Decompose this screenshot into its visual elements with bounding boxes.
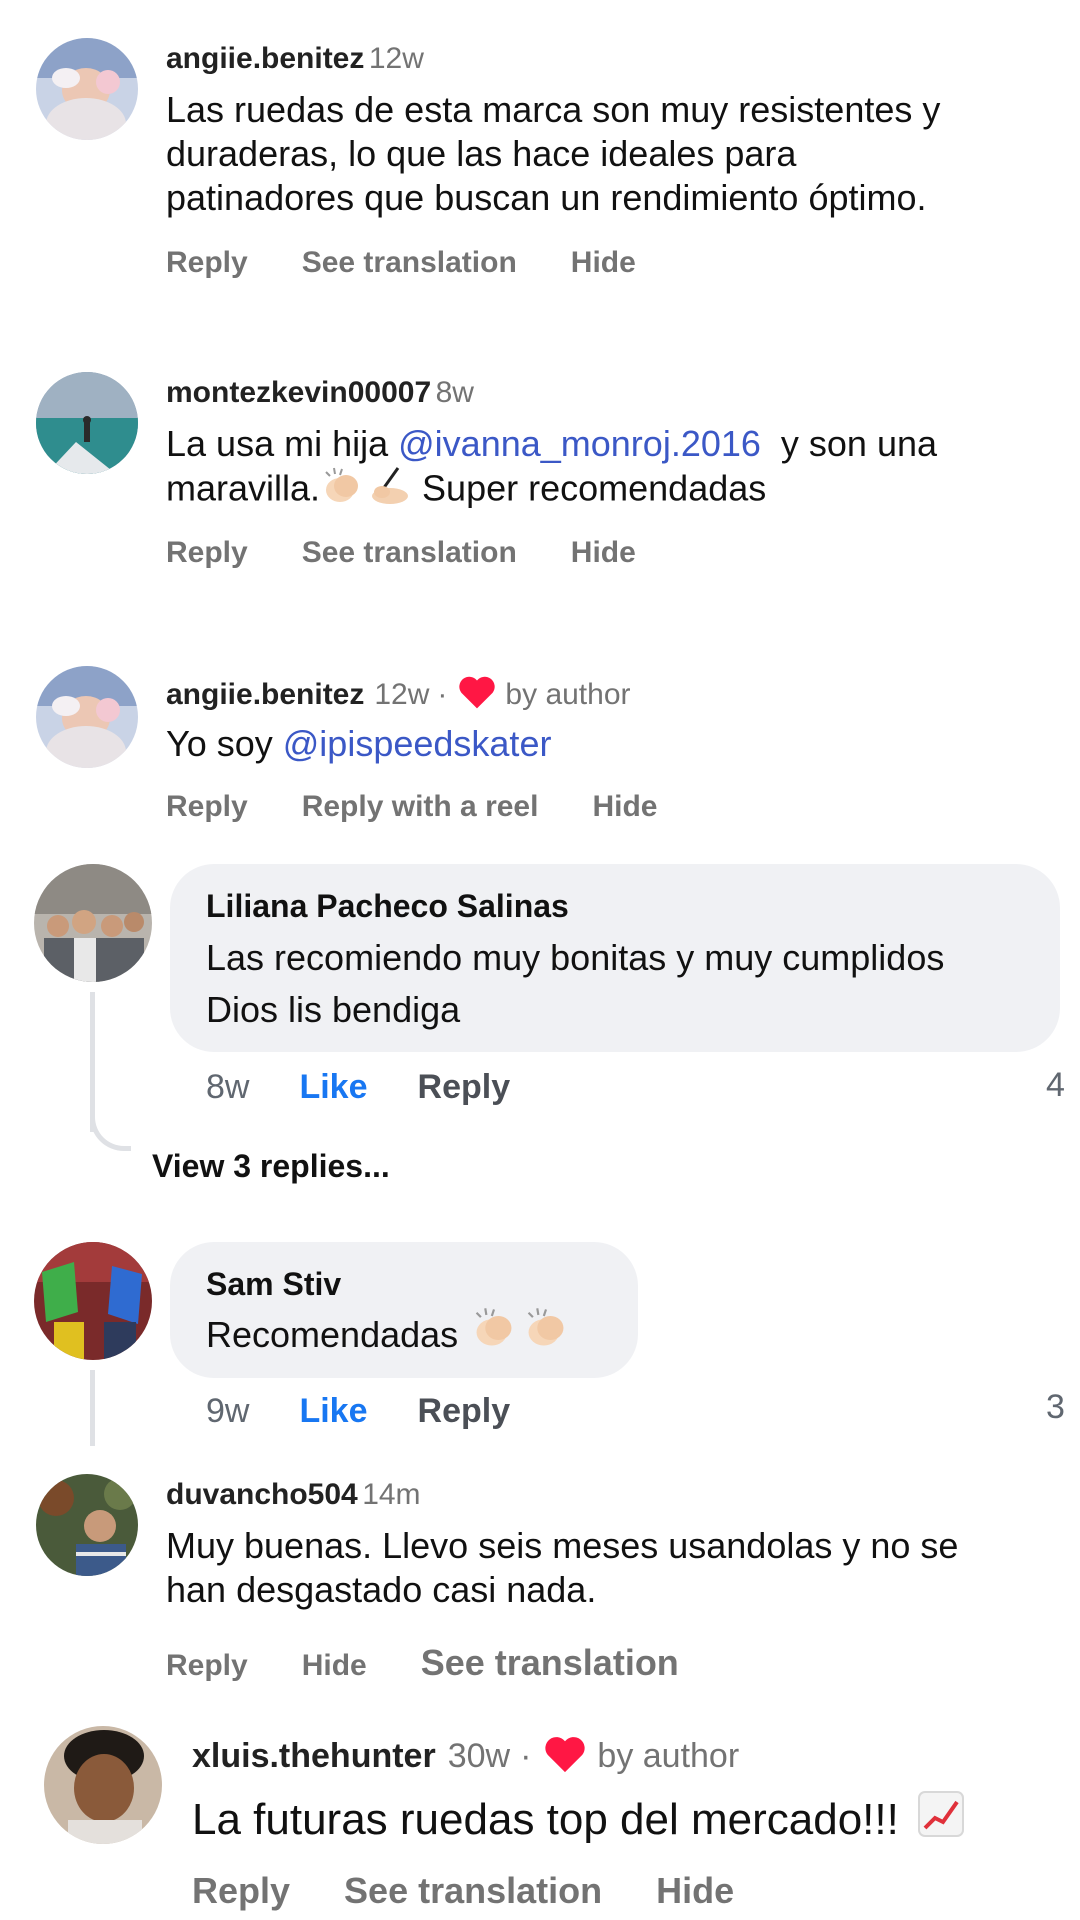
comment-text: Recomendadas <box>206 1306 570 1364</box>
by-author-label: by author <box>597 1737 740 1775</box>
comment-text-segment: maravilla. <box>166 467 321 509</box>
comment-timestamp: 8w <box>435 376 474 409</box>
hide-button[interactable]: Hide <box>302 1649 367 1683</box>
reply-button[interactable]: Reply <box>418 1392 511 1431</box>
clapping-hands-emoji <box>470 1306 518 1364</box>
comment-username[interactable]: xluis.thehunter <box>192 1737 436 1776</box>
avatar[interactable] <box>36 666 138 768</box>
comment-text-segment: y son una <box>760 423 938 464</box>
hide-button[interactable]: Hide <box>571 536 636 570</box>
comment-timestamp: 12w <box>374 677 430 711</box>
like-button[interactable]: Like <box>299 1392 367 1431</box>
heart-icon <box>457 674 497 715</box>
see-translation-button[interactable]: See translation <box>344 1870 602 1912</box>
reply-button[interactable]: Reply <box>192 1870 290 1912</box>
comment-text: Muy buenas. Llevo seis meses usandolas y… <box>166 1524 958 1612</box>
comment-text-line: Las ruedas de esta marca son muy resiste… <box>166 89 941 130</box>
avatar[interactable] <box>34 864 152 982</box>
writing-hand-emoji <box>364 466 412 516</box>
reaction-count: 4 <box>1046 1066 1065 1104</box>
comment-timestamp: 9w <box>206 1392 250 1430</box>
comment-username[interactable]: montezkevin00007 <box>166 376 431 409</box>
comment-text: La futuras ruedas top del mercado!!! <box>192 1790 965 1849</box>
by-author-label: by author <box>505 677 631 711</box>
avatar[interactable] <box>44 1726 162 1844</box>
see-translation-button[interactable]: See translation <box>421 1642 679 1684</box>
comment-text: Las recomiendo muy bonitas y muy cumplid… <box>206 932 944 1036</box>
hide-button[interactable]: Hide <box>592 790 657 824</box>
separator-dot: · <box>437 677 448 711</box>
comment-text-line: Recomendadas <box>206 1314 459 1355</box>
comment-author[interactable]: Sam Stiv <box>206 1266 341 1303</box>
see-translation-button[interactable]: See translation <box>302 246 517 280</box>
reply-button[interactable]: Reply <box>166 790 248 824</box>
comment-text-line: patinadores que buscan un rendimiento óp… <box>166 177 927 218</box>
comment-text-line: han desgastado casi nada. <box>166 1569 597 1610</box>
avatar[interactable] <box>36 372 138 474</box>
comment-username[interactable]: angiie.benitez <box>166 42 364 75</box>
thread-line <box>90 1370 95 1446</box>
separator-dot: · <box>520 1737 532 1775</box>
view-replies-link[interactable]: View 3 replies... <box>152 1148 390 1185</box>
see-translation-button[interactable]: See translation <box>302 536 517 570</box>
comment-text: La usa mi hija @ivanna_monroj.2016 y son… <box>166 422 937 516</box>
comment-timestamp: 30w <box>447 1737 511 1775</box>
thread-curve <box>90 1110 131 1151</box>
reply-button[interactable]: Reply <box>418 1068 511 1107</box>
comment-text-line: Muy buenas. Llevo seis meses usandolas y… <box>166 1525 959 1566</box>
clapping-hands-emoji <box>320 466 364 516</box>
reply-button[interactable]: Reply <box>166 1649 248 1683</box>
comment-text-line: duraderas, lo que las hace ideales para <box>166 133 797 174</box>
like-button[interactable]: Like <box>299 1068 367 1107</box>
hide-button[interactable]: Hide <box>571 246 636 280</box>
comment-text-line: La futuras ruedas top del mercado!!! <box>192 1794 899 1844</box>
comment-author[interactable]: Liliana Pacheco Salinas <box>206 888 569 925</box>
chart-increasing-emoji <box>917 1790 965 1849</box>
mention-link[interactable]: @ivanna_monroj.2016 <box>398 423 761 464</box>
reply-button[interactable]: Reply <box>166 536 248 570</box>
comment-text-line: Las recomiendo muy bonitas y muy cumplid… <box>206 937 945 978</box>
avatar[interactable] <box>34 1242 152 1360</box>
avatar[interactable] <box>36 38 138 140</box>
comment-text-segment: La usa mi hija <box>166 423 399 464</box>
comment-bubble[interactable]: Liliana Pacheco Salinas Las recomiendo m… <box>170 864 1060 1052</box>
comment-username[interactable]: duvancho504 <box>166 1478 358 1511</box>
mention-link[interactable]: @ipispeedskater <box>283 723 552 764</box>
comment-text-segment: Yo soy <box>166 723 283 764</box>
hide-button[interactable]: Hide <box>656 1870 734 1912</box>
comment-timestamp: 14m <box>362 1478 421 1511</box>
comment-text: Yo soy @ipispeedskater <box>166 722 551 766</box>
comment-bubble[interactable]: Sam Stiv Recomendadas <box>170 1242 638 1378</box>
comment-text-line: Dios lis bendiga <box>206 989 461 1030</box>
comment-username[interactable]: angiie.benitez <box>166 678 364 712</box>
reply-button[interactable]: Reply <box>166 246 248 280</box>
clapping-hands-emoji <box>522 1306 570 1364</box>
avatar[interactable] <box>36 1474 138 1576</box>
comment-timestamp: 12w <box>368 42 424 75</box>
reaction-count: 3 <box>1046 1388 1065 1426</box>
comment-text-segment: Super recomendadas <box>412 467 767 509</box>
reply-with-reel-button[interactable]: Reply with a reel <box>302 790 539 824</box>
comment-text: Las ruedas de esta marca son muy resiste… <box>166 88 940 220</box>
heart-icon <box>543 1734 587 1779</box>
comment-timestamp: 8w <box>206 1068 250 1106</box>
